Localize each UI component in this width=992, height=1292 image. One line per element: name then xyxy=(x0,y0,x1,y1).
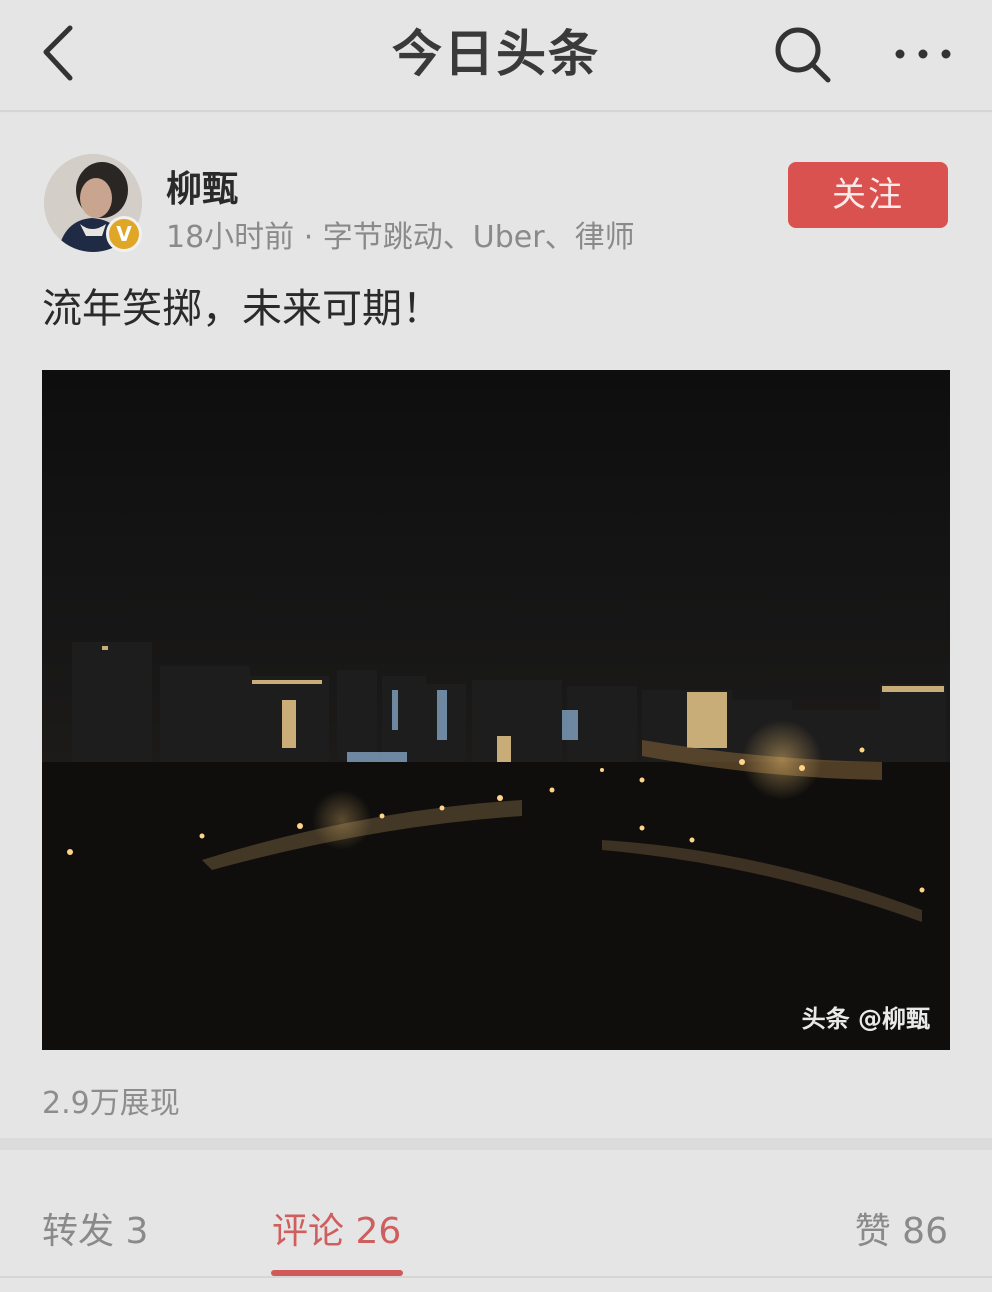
section-divider xyxy=(0,1138,992,1150)
tab-repost[interactable]: 转发 3 xyxy=(42,1202,148,1254)
post-text: 流年笑掷，未来可期！ xyxy=(42,286,442,332)
more-horizontal-icon[interactable] xyxy=(888,34,958,74)
view-count: 2.9万展现 xyxy=(42,1086,180,1121)
tab-like[interactable]: 赞 86 xyxy=(855,1202,948,1254)
follow-button[interactable]: 关注 xyxy=(788,162,948,228)
post-image[interactable]: 头条 @柳甄 xyxy=(42,370,950,1050)
search-icon[interactable] xyxy=(770,22,834,86)
bottom-divider xyxy=(0,1276,992,1278)
image-watermark: 头条 @柳甄 xyxy=(801,1005,930,1033)
top-navigation-bar: 今日头条 xyxy=(0,0,992,112)
action-tabs: 转发 3 评论 26 赞 86 xyxy=(0,1150,992,1292)
page-title: 今日头条 xyxy=(392,25,600,83)
author-name[interactable]: 柳甄 xyxy=(166,160,238,212)
post-card: V 柳甄 18小时前 · 字节跳动、Uber、律师 关注 流年笑掷，未来可期！ xyxy=(0,114,992,1138)
night-city-photo xyxy=(42,370,950,1050)
author-meta: 18小时前 · 字节跳动、Uber、律师 xyxy=(166,220,635,255)
chevron-left-icon[interactable] xyxy=(34,22,84,86)
tab-comment[interactable]: 评论 26 xyxy=(272,1202,401,1254)
verified-badge-icon: V xyxy=(106,216,142,252)
